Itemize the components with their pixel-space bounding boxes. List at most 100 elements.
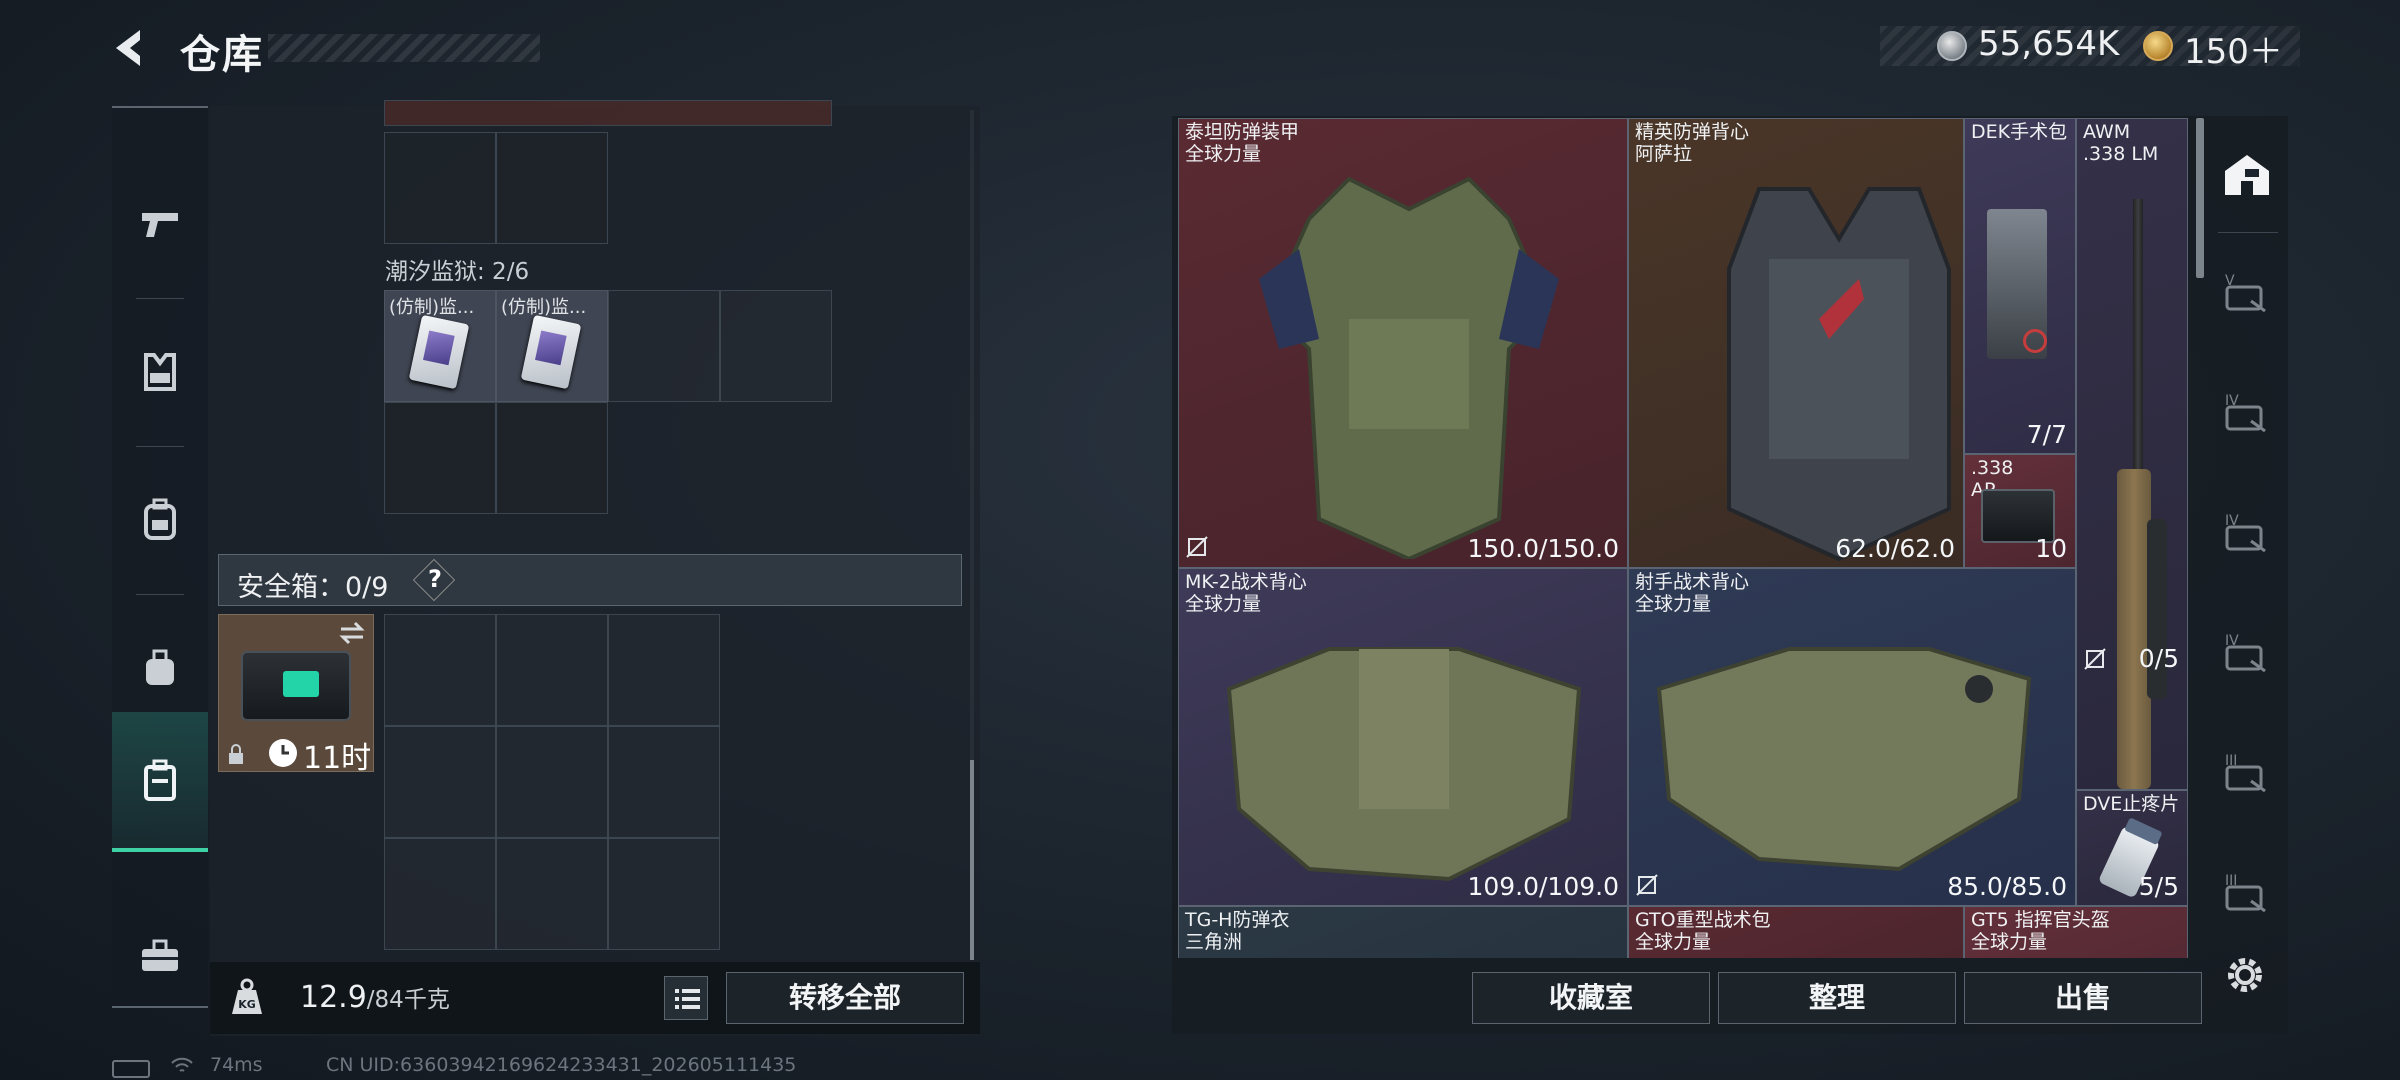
gold-currency-value[interactable]: 150＋ [2184,24,2283,73]
organize-button[interactable]: 整理 [1718,972,1956,1024]
category-vests[interactable] [112,298,208,446]
safe-box-slot[interactable] [384,838,496,950]
category-tools[interactable] [112,882,208,1030]
toolbox-icon [142,939,178,971]
inventory-item-document[interactable]: (仿制)监... [384,290,496,402]
swap-icon[interactable] [337,621,367,645]
item-count: 7/7 [2026,420,2067,449]
item-shooter-vest[interactable]: 射手战术背心 全球力量 85.0/85.0 [1628,568,2076,906]
item-dve-painkiller[interactable]: DVE止疼片 5/5 [2076,790,2188,906]
safe-box-slot[interactable] [496,838,608,950]
armor-iv-icon: IV [2225,393,2266,433]
item-elite-vest[interactable]: 精英防弹背心 阿萨拉 62.0/62.0 [1628,118,1964,568]
item-mk2-vest[interactable]: MK-2战术背心 全球力量 109.0/109.0 [1178,568,1628,906]
safe-box-slot[interactable] [384,726,496,838]
gold-coin-icon [2143,31,2173,61]
safe-box-item[interactable]: 11时 [218,614,374,776]
filter-armor-level-3[interactable]: III [2216,742,2278,804]
page-title: 仓库 [180,32,264,78]
no-repair-icon [1186,536,1208,558]
item-label: (仿制)监... [389,297,475,318]
safe-case-icon [241,651,351,721]
silver-currency-value[interactable]: 55,654K [1978,24,2119,64]
safe-box-label: 安全箱：0/9 [237,572,389,603]
no-repair-icon [2084,648,2106,670]
armor-iv-icon: IV [2225,633,2266,673]
safe-box-slot[interactable] [496,614,608,726]
item-dek-surgery-kit[interactable]: DEK手术包 7/7 [1964,118,2076,454]
item-338-ap-ammo[interactable]: .338AP 10 [1964,454,2076,568]
armor-iv-icon: IV [2225,513,2266,553]
collection-room-button[interactable]: 收藏室 [1472,972,1710,1024]
mk2-vest-image [1226,647,1582,882]
grid-cell[interactable] [608,290,720,402]
filter-armor-level-4[interactable]: IV [2216,382,2278,444]
filter-armor-level-3b[interactable]: III [2216,862,2278,924]
category-backpacks[interactable] [112,446,208,594]
filter-sidebar: V IV IV IV III III [2206,116,2288,956]
filter-armor-level-4b[interactable]: IV [2216,502,2278,564]
svg-text:KG: KG [238,998,256,1011]
pistol-icon [142,213,178,237]
safe-box-slot[interactable] [496,726,608,838]
backpack-icon [144,498,176,540]
item-ammo: 0/5 [2138,644,2179,673]
rifle-stock-image [2117,469,2151,789]
safe-box-timer: 11时 [303,741,372,776]
weight-max: /84千克 [366,987,450,1013]
item-awm-rifle[interactable]: AWM .338 LM 0/5 [2076,118,2188,790]
category-sidebar [112,106,208,1008]
item-name: GT5 指挥官头盔 全球力量 [1971,909,2110,953]
settings-gear-icon[interactable] [2222,952,2268,998]
warehouse-scrollbar[interactable] [2196,118,2204,278]
elite-vest-image [1727,187,1951,562]
item-tg-h-armor[interactable]: TG-H防弹衣 三角洲 [1178,906,1628,958]
document-card-icon [520,314,582,390]
grid-cell[interactable] [496,132,608,244]
user-uid: CN UID:63603942169624233431_202605111435 [326,1054,797,1076]
grid-cell[interactable] [720,290,832,402]
item-name: TG-H防弹衣 三角洲 [1185,909,1290,953]
clock-icon [269,739,297,767]
grid-cell[interactable] [496,402,608,514]
grid-cell[interactable] [384,132,496,244]
item-name: DVE止疼片 [2083,793,2180,815]
item-gto-heavy-pack[interactable]: GTO重型战术包 全球力量 [1628,906,1964,958]
weight-readout: 12.9/84千克 [300,980,450,1015]
item-label: (仿制)监... [501,297,587,318]
item-titan-armor[interactable]: 泰坦防弹装甲 全球力量 150.0/150.0 [1178,118,1628,568]
storage-panel: 潮汐监狱: 2/6 (仿制)监... (仿制)监... 安全箱：0/9 ? 11… [210,100,980,1036]
silver-coin-icon [1937,31,1967,61]
pouch-icon [146,649,174,685]
safe-box-icon [144,759,176,801]
safe-box-slot[interactable] [608,614,720,726]
category-weapons[interactable] [112,150,208,298]
filter-armor-level-5[interactable]: V [2216,262,2278,324]
document-card-icon [408,314,470,390]
category-safe-box[interactable] [112,712,208,852]
back-arrow-icon[interactable] [110,26,154,70]
wifi-icon [171,1057,193,1072]
item-count: 10 [2035,534,2067,563]
transfer-all-button[interactable]: 转移全部 [726,972,964,1024]
no-repair-icon [1636,874,1658,896]
safe-box-slot[interactable] [608,726,720,838]
filter-armor-level-4c[interactable]: IV [2216,622,2278,684]
surgery-kit-image [1987,209,2047,359]
sell-button[interactable]: 出售 [1964,972,2202,1024]
inventory-item-document[interactable]: (仿制)监... [496,290,608,402]
warehouse-grid: 泰坦防弹装甲 全球力量 150.0/150.0 精英防弹背心 阿萨拉 62.0/62… [1178,118,2190,958]
safe-box-slot[interactable] [608,838,720,950]
item-name: GTO重型战术包 全球力量 [1635,909,1771,953]
item-gt5-helmet[interactable]: GT5 指挥官头盔 全球力量 [1964,906,2188,958]
title-decoration [268,34,540,62]
item-durability: 85.0/85.0 [1947,872,2067,901]
safe-box-slot[interactable] [384,614,496,726]
safe-box-header: 安全箱：0/9 ? [218,554,962,606]
filter-all-home[interactable] [2216,144,2278,206]
titan-armor-image [1259,176,1559,559]
list-view-button[interactable] [664,976,708,1020]
help-icon[interactable]: ? [425,565,445,593]
storage-scrollbar-thumb[interactable] [970,760,974,960]
grid-cell[interactable] [384,402,496,514]
